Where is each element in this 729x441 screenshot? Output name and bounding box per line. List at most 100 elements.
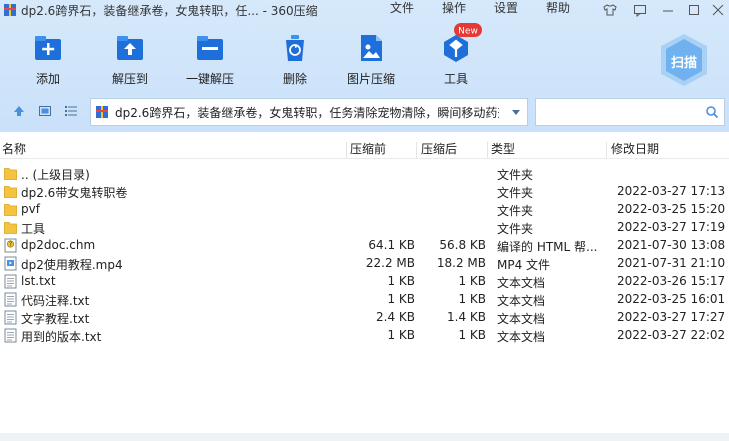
file-type: 文本文档 xyxy=(497,294,546,308)
file-type: 文本文档 xyxy=(497,276,546,290)
file-modified: 2022-03-27 17:19 xyxy=(617,220,726,234)
file-packed-size: 18.2 MB xyxy=(436,256,486,270)
delete-icon xyxy=(286,35,304,61)
extract-to-icon xyxy=(117,36,143,60)
file-packed-size: 1.4 KB xyxy=(447,310,486,324)
new-badge: New xyxy=(454,23,482,37)
file-row[interactable]: dp2使用教程.mp4 22.2 MB 18.2 MB MP4 文件 2021-07-3… xyxy=(0,254,729,272)
minimize-button[interactable] xyxy=(658,1,678,19)
view-thumbnail-icon[interactable] xyxy=(38,104,52,118)
image-compress-button[interactable]: 图片压缩 xyxy=(347,32,395,88)
file-row[interactable]: dp2.6带女鬼转职卷 文件夹 2022-03-27 17:13 xyxy=(0,182,729,200)
column-original-size[interactable]: 压缩前 xyxy=(350,140,386,157)
file-row[interactable]: lst.txt 1 KB 1 KB 文本文档 2022-03-26 15:17 xyxy=(0,272,729,290)
address-path: dp2.6跨界石，装备继承卷，女鬼转职，任务清除宠物清除，瞬间移动药剂 xyxy=(115,106,499,120)
close-icon xyxy=(712,4,724,16)
file-name: 用到的版本.txt xyxy=(21,330,102,344)
archive-file-icon xyxy=(96,106,108,118)
column-type[interactable]: 类型 xyxy=(491,140,515,157)
file-original-size: 2.4 KB xyxy=(376,310,415,324)
column-name[interactable]: 名称 xyxy=(2,140,26,157)
file-list[interactable]: 名称 压缩前 压缩后 类型 修改日期 .. (上级目录) 文件夹 dp2.6带女鬼转… xyxy=(0,132,729,441)
tools-button[interactable]: 工具 xyxy=(440,32,472,88)
maximize-icon xyxy=(689,5,699,15)
text-file-icon xyxy=(4,292,17,307)
menu-help[interactable]: 帮助 xyxy=(546,0,570,20)
file-name: .. (上级目录) xyxy=(21,168,90,182)
file-type: 编译的 HTML 帮... xyxy=(497,240,598,254)
file-row[interactable]: 用到的版本.txt 1 KB 1 KB 文本文档 2022-03-27 22:02 xyxy=(0,326,729,344)
file-row[interactable]: pvf 文件夹 2022-03-25 15:20 xyxy=(0,200,729,218)
list-header: 名称 压缩前 压缩后 类型 修改日期 xyxy=(0,138,729,158)
video-file-icon xyxy=(4,256,17,271)
file-row[interactable]: 代码注释.txt 1 KB 1 KB 文本文档 2022-03-25 16:01 xyxy=(0,290,729,308)
folder-icon xyxy=(4,222,17,234)
file-name: 文字教程.txt xyxy=(21,312,90,326)
file-packed-size: 56.8 KB xyxy=(439,238,486,252)
file-row[interactable]: 文字教程.txt 2.4 KB 1.4 KB 文本文档 2022-03-27 17:27 xyxy=(0,308,729,326)
search-input[interactable] xyxy=(540,103,690,121)
file-modified: 2022-03-26 15:17 xyxy=(617,274,726,288)
up-arrow-icon[interactable] xyxy=(12,104,26,118)
status-strip xyxy=(0,433,729,441)
file-packed-size: 1 KB xyxy=(458,328,486,342)
file-original-size: 1 KB xyxy=(387,274,415,288)
file-modified: 2022-03-25 15:20 xyxy=(617,202,726,216)
view-list-icon[interactable] xyxy=(64,104,78,118)
menu-operation[interactable]: 操作 xyxy=(442,0,466,20)
folder-icon xyxy=(4,186,17,198)
file-modified: 2021-07-30 13:08 xyxy=(617,238,726,252)
shirt-icon xyxy=(603,4,617,16)
one-click-extract-button[interactable]: 一键解压 xyxy=(186,32,234,88)
file-original-size: 1 KB xyxy=(387,292,415,306)
search-icon[interactable] xyxy=(705,105,719,119)
minimize-icon xyxy=(663,10,673,12)
header-separator xyxy=(0,158,729,159)
column-modified[interactable]: 修改日期 xyxy=(611,140,659,157)
maximize-button[interactable] xyxy=(684,1,704,19)
menu-file[interactable]: 文件 xyxy=(390,0,414,20)
file-packed-size: 1 KB xyxy=(458,274,486,288)
chm-file-icon: ? xyxy=(4,238,17,253)
file-packed-size: 1 KB xyxy=(458,292,486,306)
address-bar[interactable]: dp2.6跨界石，装备继承卷，女鬼转职，任务清除宠物清除，瞬间移动药剂 xyxy=(90,98,528,126)
column-divider[interactable] xyxy=(346,142,347,158)
new-badge-text: New xyxy=(458,27,478,37)
folder-icon xyxy=(4,168,17,180)
tools-label: 工具 xyxy=(443,72,468,86)
column-divider[interactable] xyxy=(487,142,488,158)
feedback-button[interactable] xyxy=(630,1,650,19)
file-original-size: 64.1 KB xyxy=(368,238,415,252)
skin-button[interactable] xyxy=(600,1,620,19)
file-name: dp2.6带女鬼转职卷 xyxy=(21,186,128,200)
title-bar: dp2.6跨界石，装备继承卷，女鬼转职，任... - 360压缩 文件 操作 设… xyxy=(0,0,729,20)
extract-to-button[interactable]: 解压到 xyxy=(112,32,148,88)
text-file-icon xyxy=(4,274,17,289)
file-row[interactable]: 工具 文件夹 2022-03-27 17:19 xyxy=(0,218,729,236)
add-icon xyxy=(35,36,61,60)
column-divider[interactable] xyxy=(416,142,417,158)
menu-settings[interactable]: 设置 xyxy=(494,0,518,20)
file-original-size: 22.2 MB xyxy=(365,256,415,270)
file-modified: 2021-07-31 21:10 xyxy=(617,256,726,270)
chevron-down-icon[interactable] xyxy=(509,105,523,119)
file-modified: 2022-03-27 22:02 xyxy=(617,328,726,342)
window-title: dp2.6跨界石，装备继承卷，女鬼转职，任... - 360压缩 xyxy=(21,4,318,18)
svg-text:?: ? xyxy=(9,241,12,248)
delete-label: 删除 xyxy=(282,72,307,86)
file-type: 文件夹 xyxy=(497,168,534,182)
close-button[interactable] xyxy=(708,1,728,19)
file-modified: 2022-03-27 17:13 xyxy=(617,184,726,198)
delete-button[interactable]: 删除 xyxy=(279,32,311,88)
file-row[interactable]: ? dp2doc.chm 64.1 KB 56.8 KB 编译的 HTML 帮... 20… xyxy=(0,236,729,254)
file-type: 文件夹 xyxy=(497,222,534,236)
column-packed-size[interactable]: 压缩后 xyxy=(421,140,457,157)
one-click-extract-icon xyxy=(197,36,223,60)
add-button[interactable]: 添加 xyxy=(32,32,64,88)
search-box[interactable] xyxy=(535,98,725,126)
scan-button[interactable]: 扫描 xyxy=(656,32,712,88)
folder-icon xyxy=(4,204,17,216)
file-row[interactable]: .. (上级目录) 文件夹 xyxy=(0,164,729,182)
text-file-icon xyxy=(4,328,17,343)
column-divider[interactable] xyxy=(606,142,607,158)
